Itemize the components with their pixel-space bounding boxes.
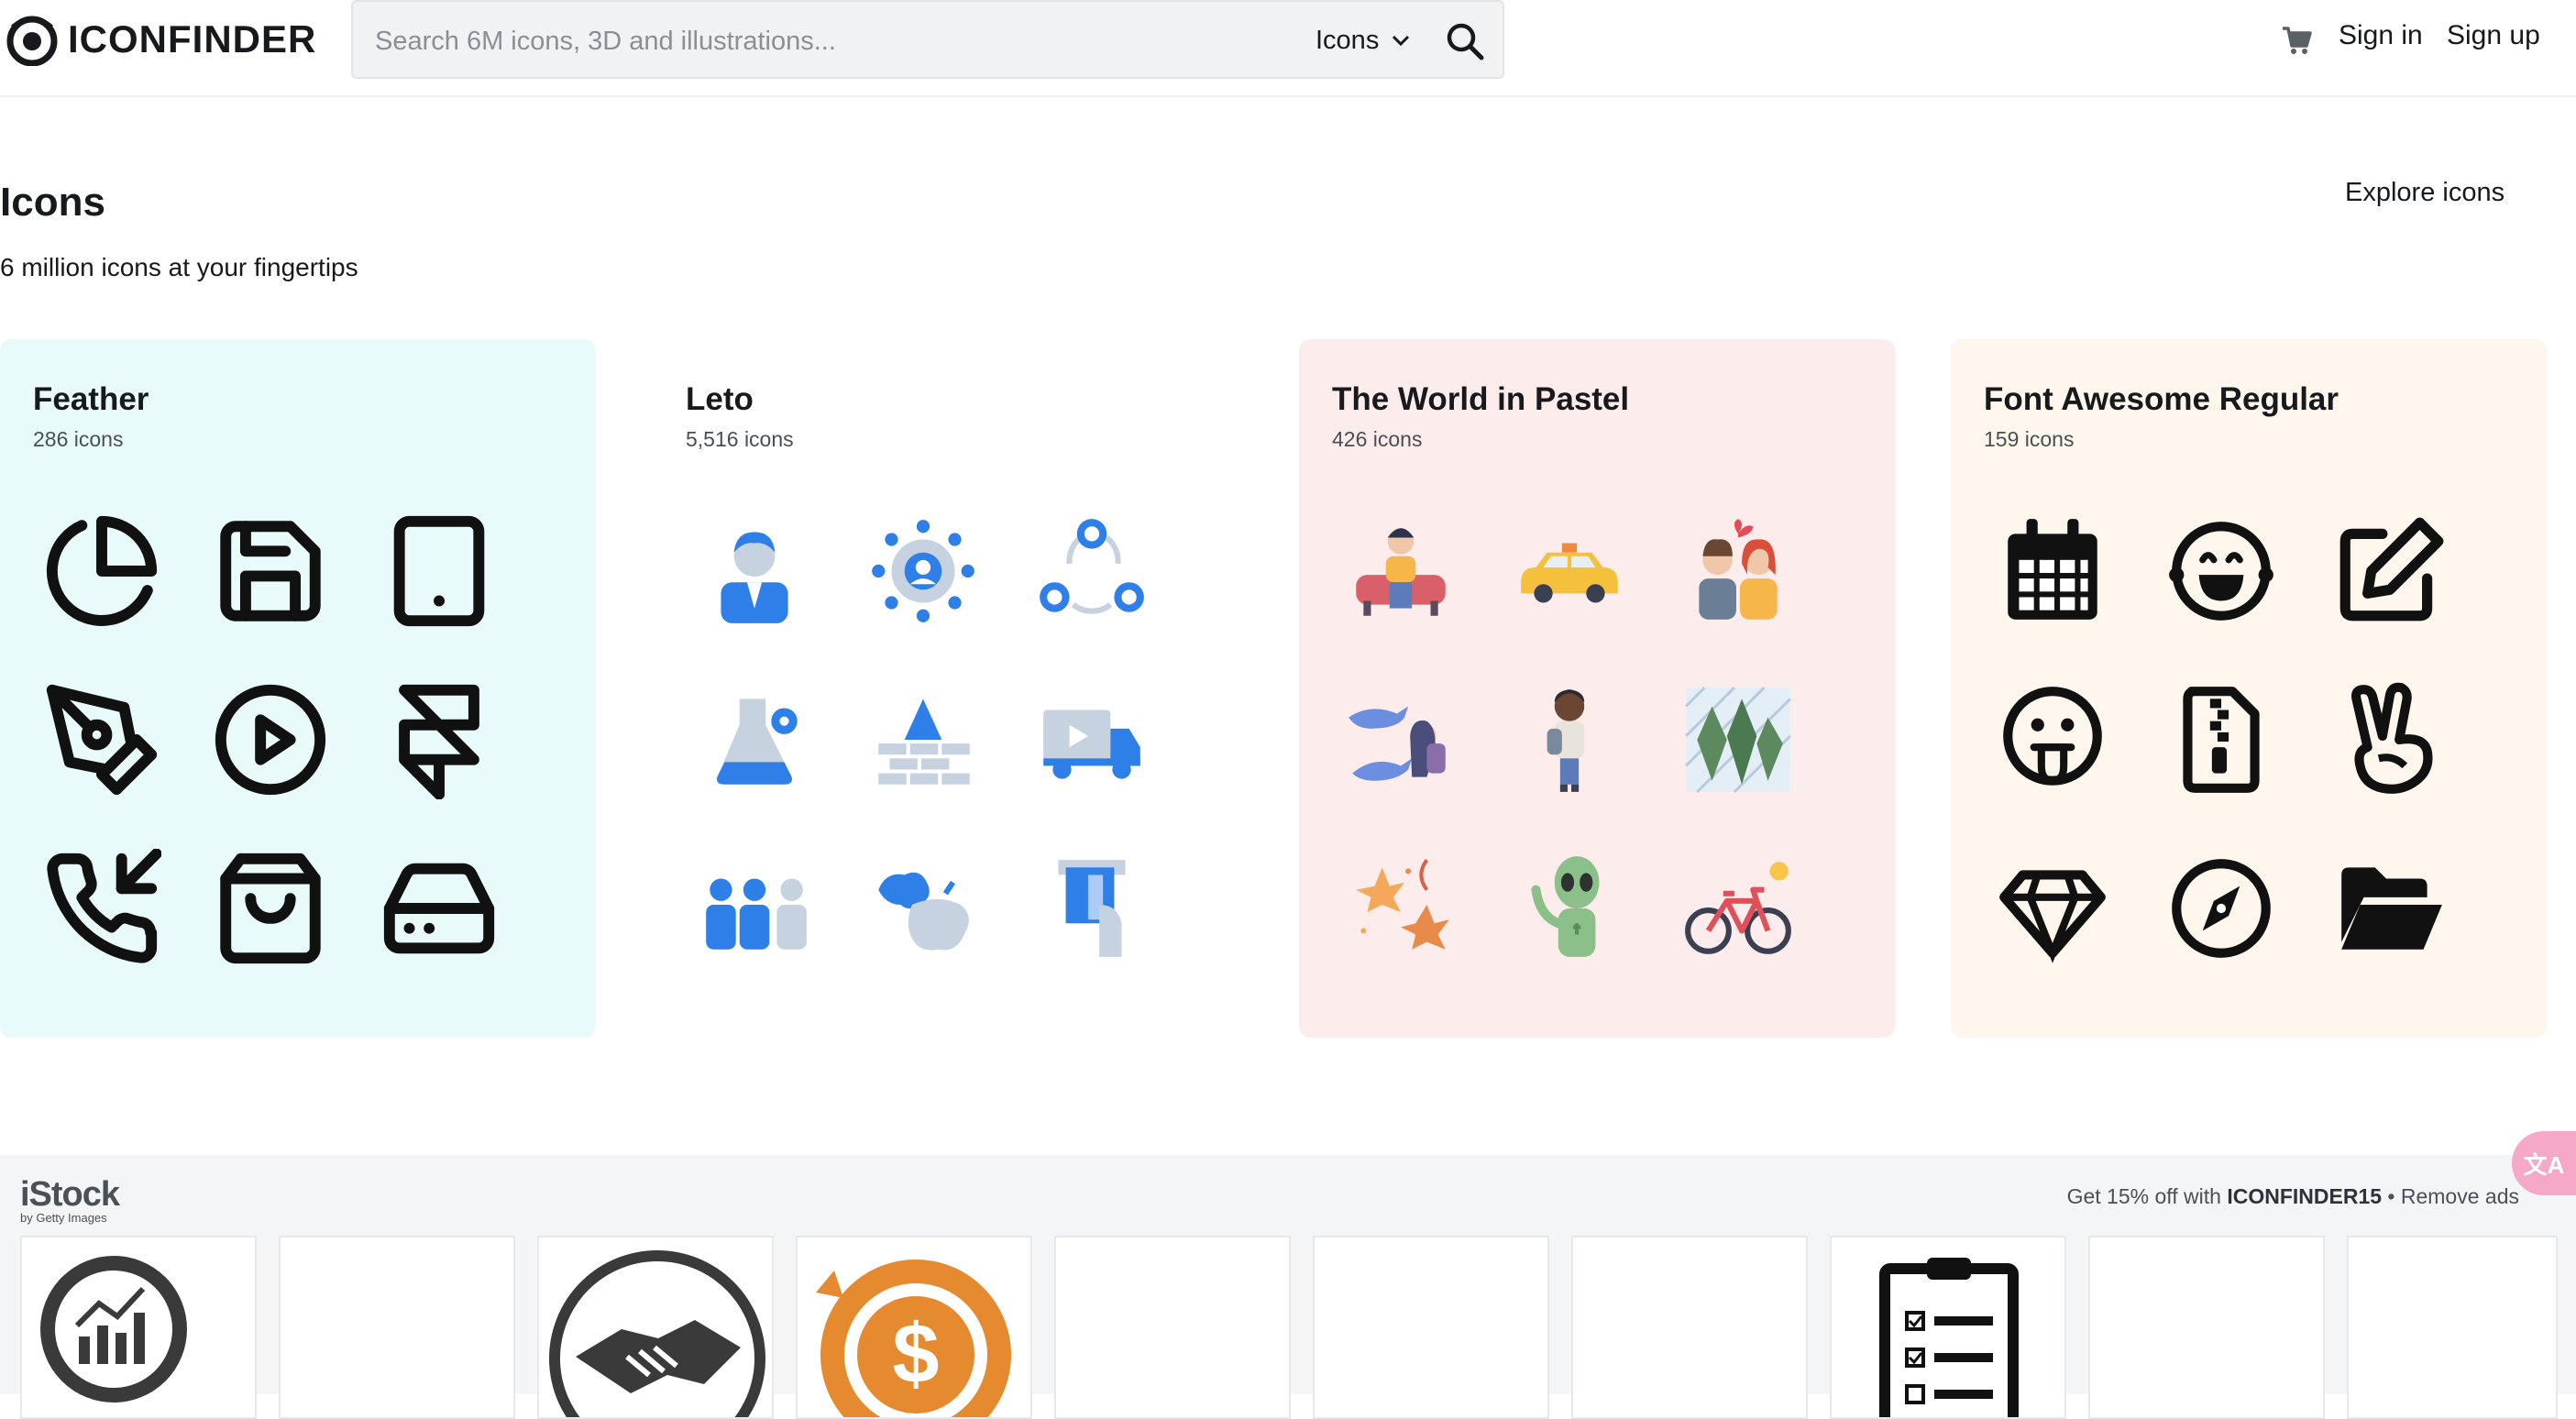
icon-set-card-world-in-pastel[interactable]: The World in Pastel 426 icons <box>1299 339 1895 1038</box>
icon-preview-grid <box>33 502 546 1016</box>
icon-set-card-leto[interactable]: Leto 5,516 icons <box>653 339 1249 1038</box>
icon-set-count: 5,516 icons <box>686 427 794 451</box>
atm-card-icon <box>1023 840 1161 977</box>
sign-up-link[interactable]: Sign up <box>2447 20 2540 51</box>
promo-code: ICONFINDER15 <box>2227 1184 2383 1208</box>
icon-set-count: 159 icons <box>1984 427 2075 451</box>
ad-thumbnail[interactable] <box>2347 1236 2558 1419</box>
taxi-icon <box>1501 502 1638 640</box>
translate-icon: 文A <box>2523 1150 2565 1179</box>
svg-text:$: $ <box>892 1307 939 1401</box>
chevron-down-icon <box>1393 35 1410 47</box>
ad-thumbnail[interactable] <box>2088 1236 2325 1419</box>
tablet-icon <box>370 502 508 640</box>
ad-thumbnail[interactable] <box>1313 1236 1549 1419</box>
couple-icon <box>1669 502 1807 640</box>
laugh-face-icon <box>2152 502 2290 640</box>
zip-file-icon <box>2152 671 2290 808</box>
autumn-leaves-icon <box>1332 840 1470 977</box>
logo-text: ICONFINDER <box>68 17 317 60</box>
dollar-refresh-icon: $ <box>816 1260 1011 1417</box>
asset-type-dropdown[interactable]: Icons <box>1316 22 1410 59</box>
person-sofa-icon <box>1332 502 1470 640</box>
icon-preview-grid <box>686 502 1199 1016</box>
pie-chart-icon <box>33 502 171 640</box>
iconfinder-logo[interactable]: ICONFINDER <box>6 9 316 70</box>
save-icon <box>202 502 339 640</box>
folder-open-icon <box>2321 840 2459 977</box>
analytics-magnifier-icon <box>40 1256 187 1402</box>
phone-incoming-icon <box>33 840 171 977</box>
ad-thumbnail[interactable] <box>537 1236 774 1419</box>
icon-set-card-feather[interactable]: Feather 286 icons <box>0 339 596 1038</box>
shopping-cart-icon[interactable] <box>2280 24 2313 57</box>
delivery-truck-icon <box>1023 671 1161 808</box>
checklist-clipboard-icon <box>1879 1258 2019 1417</box>
world-map-icon <box>854 840 992 977</box>
play-circle-icon <box>202 671 339 808</box>
alien-icon <box>1501 840 1638 977</box>
lab-flask-icon <box>686 671 823 808</box>
remove-ads-link[interactable]: Remove ads <box>2401 1184 2519 1208</box>
istock-ad-strip: iStock by Getty Images Get 15% off with … <box>0 1155 2576 1419</box>
traveler-icon <box>1501 671 1638 808</box>
search-icon[interactable] <box>1444 20 1486 62</box>
framer-icon <box>370 671 508 808</box>
icon-preview-grid <box>1332 502 1845 1016</box>
icon-set-title: Font Awesome Regular <box>1984 381 2339 417</box>
edit-icon <box>2321 502 2459 640</box>
brick-wall-mountain-icon <box>854 671 992 808</box>
explore-icons-link[interactable]: Explore icons <box>2345 178 2504 208</box>
sign-in-link[interactable]: Sign in <box>2339 20 2423 51</box>
bicycle-icon <box>1669 840 1807 977</box>
peace-hand-icon <box>2321 671 2459 808</box>
promo-text: Get 15% off with ICONFINDER15 • Remove a… <box>2067 1184 2519 1209</box>
tongue-face-icon <box>1984 671 2121 808</box>
ad-thumbnail[interactable] <box>1571 1236 1808 1419</box>
snowy-trees-icon <box>1669 671 1807 808</box>
promo-prefix: Get 15% off with <box>2066 1184 2221 1208</box>
ad-thumbnail[interactable] <box>279 1236 515 1419</box>
istock-brand-sub: by Getty Images <box>20 1211 107 1225</box>
sharks-diver-icon <box>1332 671 1470 808</box>
search-bar: Icons <box>351 0 1504 79</box>
ad-thumbnail[interactable] <box>1054 1236 1291 1419</box>
shopping-bag-icon <box>202 840 339 977</box>
network-icon <box>854 502 992 640</box>
istock-brand: iStock <box>20 1175 120 1214</box>
ad-thumbnail[interactable]: $ <box>796 1236 1032 1419</box>
istock-logo[interactable]: iStock by Getty Images <box>20 1175 120 1225</box>
icon-set-title: The World in Pastel <box>1332 381 1630 417</box>
ad-thumbnail[interactable] <box>20 1236 257 1419</box>
icon-set-count: 426 icons <box>1332 427 1423 451</box>
logo-eye-icon <box>6 16 58 66</box>
compass-icon <box>2152 840 2290 977</box>
promo-separator: • <box>2387 1184 2395 1208</box>
icon-set-count: 286 icons <box>33 427 124 451</box>
page-subtitle: 6 million icons at your fingertips <box>0 253 358 281</box>
businessman-icon <box>686 502 823 640</box>
ad-thumbnail[interactable] <box>1830 1236 2066 1419</box>
icon-set-title: Leto <box>686 381 754 417</box>
calendar-icon <box>1984 502 2121 640</box>
team-group-icon <box>686 840 823 977</box>
teamwork-cycle-icon <box>1023 502 1161 640</box>
gem-icon <box>1984 840 2121 977</box>
handshake-icon <box>549 1250 765 1417</box>
page-title: Icons <box>0 180 105 225</box>
icon-preview-grid <box>1984 502 2497 1016</box>
asset-type-label: Icons <box>1316 25 1380 55</box>
icon-set-title: Feather <box>33 381 149 417</box>
translate-button[interactable]: 文A <box>2512 1131 2576 1195</box>
icon-set-card-font-awesome-regular[interactable]: Font Awesome Regular 159 icons <box>1951 339 2547 1038</box>
hard-drive-icon <box>370 840 508 977</box>
pen-tool-icon <box>33 671 171 808</box>
top-header: ICONFINDER Icons Sign in Sign up <box>0 0 2576 97</box>
search-input[interactable] <box>373 16 1294 66</box>
